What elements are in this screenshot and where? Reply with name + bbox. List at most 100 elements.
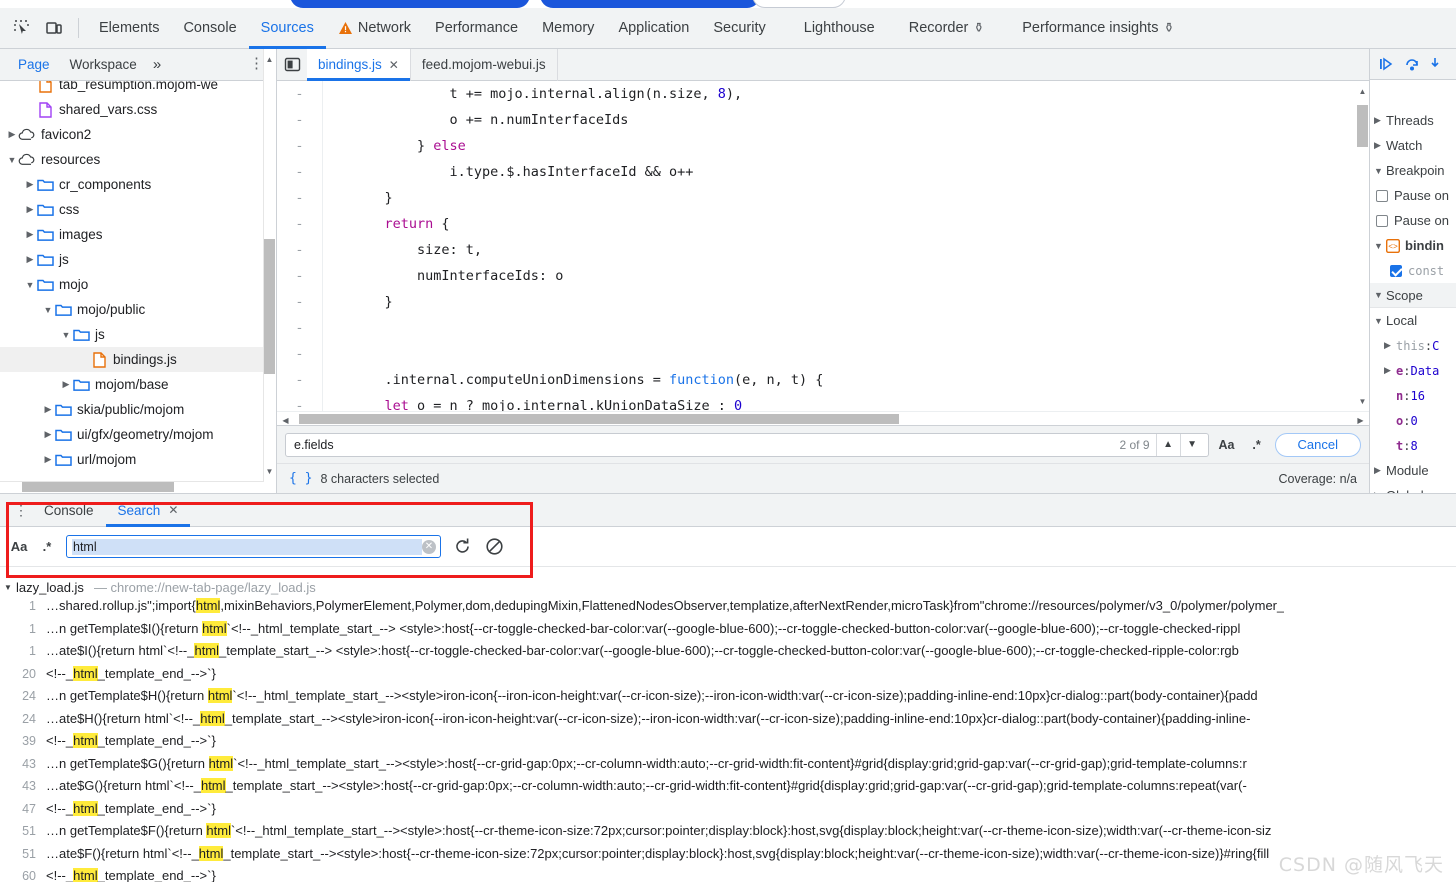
tab-security[interactable]: Security (701, 8, 777, 49)
search-result-row[interactable]: 51 …n getTemplate$F(){return html`<!--_ht… (0, 823, 1456, 846)
tab-elements[interactable]: Elements (87, 8, 171, 49)
chevron-right-icon[interactable]: ▶ (42, 404, 54, 415)
scope-variable[interactable]: ▶ this: C (1370, 333, 1456, 358)
debugger-section-watch[interactable]: ▶ Watch (1370, 133, 1456, 158)
debugger-scope-local[interactable]: ▼ Local (1370, 308, 1456, 333)
scope-variable[interactable]: n: 16 (1370, 383, 1456, 408)
clear-input-icon[interactable]: ✕ (422, 539, 436, 554)
close-icon[interactable]: ✕ (389, 58, 399, 72)
checkbox[interactable] (1376, 214, 1388, 227)
file-tree-item[interactable]: tab_resumption.mojom-we (0, 81, 276, 97)
scroll-up-arrow[interactable]: ▲ (1357, 83, 1368, 99)
chevron-down-icon[interactable]: ▼ (1374, 290, 1386, 300)
file-tree-hscrollbar[interactable] (0, 481, 264, 493)
file-tree-item[interactable]: bindings.js (0, 347, 276, 372)
search-result-row[interactable]: 60 <!--_html_template_end_-->`} (0, 868, 1456, 882)
file-tree-item[interactable]: ▶ js (0, 247, 276, 272)
pause-on-exceptions-option[interactable]: Pause on (1370, 183, 1456, 208)
device-toolbar-icon[interactable] (40, 14, 68, 42)
tab-console[interactable]: Console (171, 8, 248, 49)
file-tree-item[interactable]: ▼ mojo/public (0, 297, 276, 322)
editor-tab-feed-mojom-webui-js[interactable]: feed.mojom-webui.js (411, 48, 558, 81)
search-result-row[interactable]: 24 …ate$H(){return html`<!--_html_templat… (0, 710, 1456, 734)
search-result-row[interactable]: 43 …ate$G(){return html`<!--_html_templat… (0, 778, 1456, 801)
vscroll-thumb[interactable] (264, 239, 275, 374)
search-result-file-header[interactable]: ▼ lazy_load.js — chrome://new-tab-page/laz… (0, 576, 1456, 598)
debugger-scope-global[interactable]: ▶Global (1370, 483, 1456, 493)
scope-variable[interactable]: ▶ e: Data (1370, 358, 1456, 383)
checkbox[interactable] (1390, 264, 1402, 277)
close-icon[interactable]: ✕ (168, 503, 178, 517)
scroll-up-arrow[interactable]: ▲ (264, 51, 275, 67)
chevron-down-icon[interactable]: ▼ (6, 155, 18, 165)
file-tree-item[interactable]: ▶ images (0, 222, 276, 247)
find-cancel-button[interactable]: Cancel (1274, 432, 1361, 457)
debugger-section-threads[interactable]: ▶ Threads (1370, 108, 1456, 133)
chevron-right-icon[interactable]: ▶ (1384, 365, 1396, 376)
debugger-scope-module[interactable]: ▶ Module (1370, 458, 1456, 483)
file-tree-item[interactable]: ▼ js (0, 322, 276, 347)
search-result-row[interactable]: 24 …n getTemplate$H(){return html`<!--_ht… (0, 688, 1456, 711)
find-input[interactable]: e.fields 2 of 9 ▲ ▼ (285, 432, 1209, 457)
pretty-print-icon[interactable]: { } (289, 471, 312, 486)
file-tree-item[interactable]: ▶ mojom/base (0, 372, 276, 397)
hscroll-thumb[interactable] (22, 482, 174, 492)
navigator-tab-workspace[interactable]: Workspace (60, 49, 147, 81)
resume-script-icon[interactable] (1378, 56, 1394, 72)
navigator-more-tabs-button[interactable]: » (147, 56, 167, 73)
navigator-tab-page[interactable]: Page (8, 49, 60, 81)
code-vscrollbar[interactable]: ▲ ▼ (1356, 81, 1369, 411)
file-tree-item[interactable]: shared_vars.css (0, 97, 276, 122)
tab-sources[interactable]: Sources (249, 8, 326, 49)
chevron-right-icon[interactable]: ▶ (42, 429, 54, 440)
file-tree-vscrollbar[interactable]: ▲ ▼ (263, 49, 276, 493)
scope-variable[interactable]: t: 8 (1370, 433, 1456, 458)
search-result-row[interactable]: 39 <!--_html_template_end_-->`} (0, 733, 1456, 756)
file-tree-item[interactable]: ▶ ui/gfx/geometry/mojom (0, 422, 276, 447)
chevron-down-icon[interactable]: ▼ (42, 305, 54, 315)
tab-network[interactable]: Network (326, 8, 423, 49)
file-tree-item[interactable]: ▶ css (0, 197, 276, 222)
search-result-row[interactable]: 47 <!--_html_template_end_-->`} (0, 800, 1456, 824)
chevron-down-icon[interactable]: ▼ (24, 280, 36, 290)
chevron-right-icon[interactable]: ▶ (24, 229, 36, 240)
tab-performance-insights[interactable]: Performance insights ⚱ (996, 8, 1186, 49)
search-results-list[interactable]: ▼ lazy_load.js — chrome://new-tab-page/laz… (0, 576, 1456, 882)
find-regex-button[interactable]: .* (1245, 433, 1269, 457)
show-navigator-icon[interactable] (277, 49, 307, 81)
checkbox[interactable] (1376, 189, 1388, 202)
search-result-row[interactable]: 51 …ate$F(){return html`<!--_html_templat… (0, 845, 1456, 869)
scope-variable[interactable]: o: 0 (1370, 408, 1456, 433)
drawer-tab-search[interactable]: Search ✕ (106, 494, 191, 527)
navigator-kebab-menu[interactable]: ⋮ (249, 56, 264, 71)
refresh-icon[interactable] (451, 536, 473, 558)
search-match-case-button[interactable]: Aa (10, 539, 28, 554)
step-into-icon[interactable] (1430, 56, 1440, 72)
file-tree-item[interactable]: ▼ resources (0, 147, 276, 172)
chevron-down-icon[interactable]: ▼ (4, 583, 16, 592)
file-tree-item[interactable]: ▶ skia/public/mojom (0, 397, 276, 422)
chevron-down-icon[interactable]: ▼ (1374, 241, 1386, 251)
chevron-right-icon[interactable]: ▶ (6, 129, 18, 140)
tab-memory[interactable]: Memory (530, 8, 606, 49)
chevron-right-icon[interactable]: ▶ (1374, 465, 1386, 476)
search-result-row[interactable]: 1 …ate$I(){return html`<!--_html_template… (0, 643, 1456, 666)
chevron-right-icon[interactable]: ▶ (1384, 340, 1396, 351)
vscroll-thumb[interactable] (1357, 105, 1368, 147)
chevron-right-icon[interactable]: ▶ (1374, 140, 1386, 151)
inspect-cursor-icon[interactable] (8, 14, 36, 42)
step-over-icon[interactable] (1404, 56, 1420, 72)
chevron-down-icon[interactable]: ▼ (1374, 166, 1386, 176)
tab-performance[interactable]: Performance (423, 8, 530, 49)
search-input[interactable]: html ✕ (66, 535, 441, 558)
tab-application[interactable]: Application (606, 8, 701, 49)
tab-recorder[interactable]: Recorder ⚱ (887, 8, 997, 49)
chevron-right-icon[interactable]: ▶ (24, 204, 36, 215)
chevron-down-icon[interactable]: ▼ (60, 330, 72, 340)
file-tree-item[interactable]: ▶ url/mojom (0, 447, 276, 472)
search-result-row[interactable]: 1 …n getTemplate$I(){return html`<!--_htm… (0, 620, 1456, 644)
chevron-right-icon[interactable]: ▶ (60, 379, 72, 390)
chevron-down-icon[interactable]: ▼ (1374, 316, 1386, 326)
file-tree-item[interactable]: ▶ favicon2 (0, 122, 276, 147)
tab-lighthouse[interactable]: Lighthouse (778, 8, 887, 49)
